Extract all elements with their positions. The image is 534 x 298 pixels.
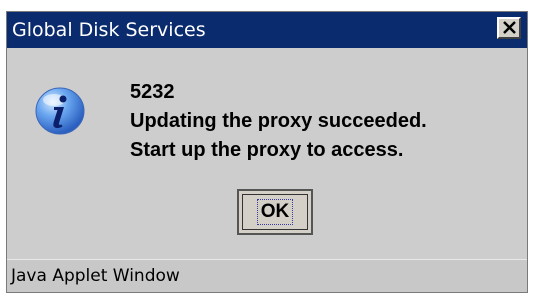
close-icon [503,21,516,34]
ok-button[interactable]: OK [237,189,313,235]
message-text: 5232 Updating the proxy succeeded. Start… [130,78,427,165]
ok-button-face: OK [242,194,308,230]
status-bar: Java Applet Window [7,259,527,292]
ok-button-label: OK [256,199,294,225]
title-bar: Global Disk Services [7,12,527,48]
dialog-window: Global Disk Services 5232 Updating the p… [6,11,528,293]
message-code: 5232 [130,81,175,103]
dialog-content: 5232 Updating the proxy succeeded. Start… [7,48,527,260]
status-text: Java Applet Window [11,266,180,286]
info-icon [35,87,85,135]
message-line-2: Start up the proxy to access. [130,139,404,161]
message-line-1: Updating the proxy succeeded. [130,110,427,132]
window-title: Global Disk Services [12,19,206,41]
close-button[interactable] [497,17,521,39]
